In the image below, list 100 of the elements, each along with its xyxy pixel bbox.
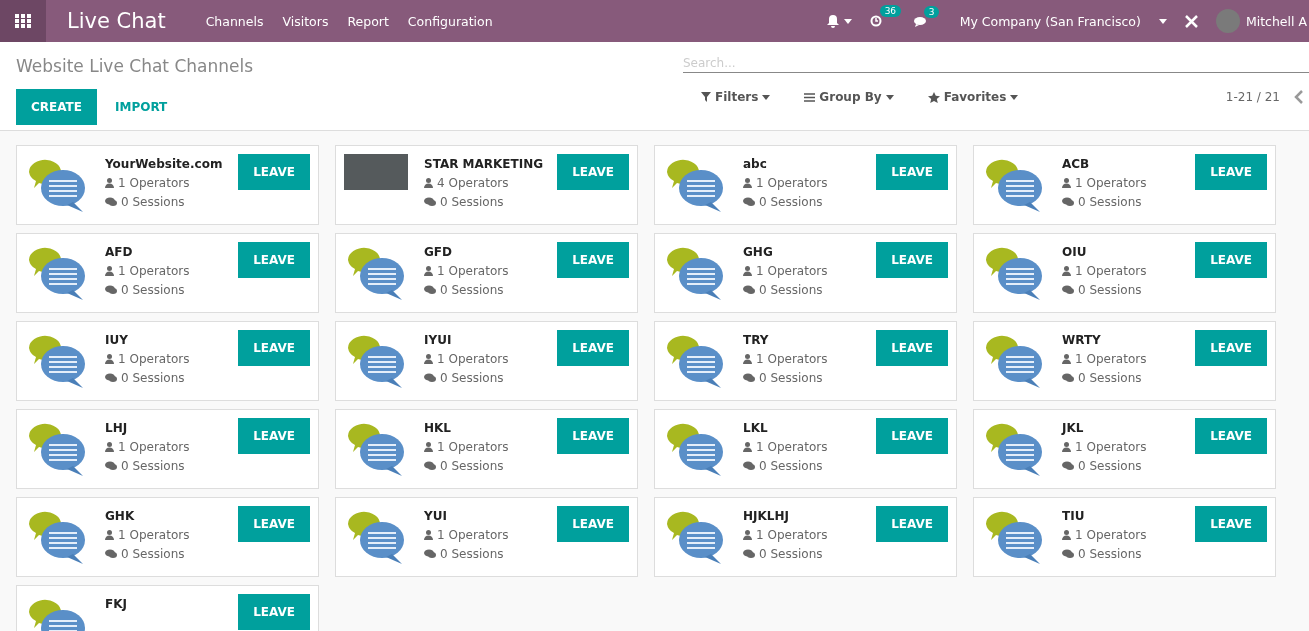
clock-icon[interactable] [869,15,882,27]
channel-card[interactable]: IUY 1 Operators 0 Sessions LEAVE [16,321,319,401]
user-icon [1062,442,1071,452]
import-button[interactable]: IMPORT [99,89,184,125]
channel-card[interactable]: TRY 1 Operators 0 Sessions LEAVE [654,321,957,401]
sessions-count: 0 Sessions [1078,283,1142,297]
leave-button[interactable]: LEAVE [876,154,948,190]
channel-card[interactable]: OIU 1 Operators 0 Sessions LEAVE [973,233,1276,313]
user-icon [105,266,114,276]
caret-icon [1158,18,1167,24]
channel-card[interactable]: WRTY 1 Operators 0 Sessions LEAVE [973,321,1276,401]
leave-button[interactable]: LEAVE [557,418,629,454]
chat-icon [743,461,755,471]
chat-icon [105,549,117,559]
apps-menu-icon[interactable] [0,0,46,42]
leave-button[interactable]: LEAVE [1195,418,1267,454]
channel-card[interactable]: LKL 1 Operators 0 Sessions LEAVE [654,409,957,489]
channel-name: IYUI [424,333,453,347]
channel-card[interactable]: AFD 1 Operators 0 Sessions LEAVE [16,233,319,313]
channel-card[interactable]: TIU 1 Operators 0 Sessions LEAVE [973,497,1276,577]
menu-item[interactable]: Configuration [407,13,493,29]
operators-count: 1 Operators [756,352,828,366]
search-option-dropdown[interactable]: Filters [697,86,775,108]
leave-button[interactable]: LEAVE [557,330,629,366]
leave-button[interactable]: LEAVE [238,154,310,190]
chat-icon [105,461,117,471]
menu-item[interactable]: Channels [205,13,264,29]
operators-count: 1 Operators [756,264,828,278]
chat-icon[interactable] [913,15,928,27]
chat-icon [1062,285,1074,295]
leave-button[interactable]: LEAVE [876,330,948,366]
channel-name: WRTY [1062,333,1102,347]
operators-count: 4 Operators [437,176,509,190]
sessions-count: 0 Sessions [440,283,504,297]
user-name[interactable]: Mitchell A [1245,13,1307,29]
channel-card[interactable]: ACB 1 Operators 0 Sessions LEAVE [973,145,1276,225]
leave-button[interactable]: LEAVE [557,154,629,190]
chat-icon [105,197,117,207]
user-icon [424,266,433,276]
channel-card[interactable]: abc 1 Operators 0 Sessions LEAVE [654,145,957,225]
channel-name: HJKLHJ [743,509,790,523]
leave-button[interactable]: LEAVE [238,418,310,454]
search-option-dropdown[interactable]: Group By [800,86,898,108]
channel-card[interactable]: LHJ 1 Operators 0 Sessions LEAVE [16,409,319,489]
pager-range: 1-21 / 21 [1225,90,1280,104]
channel-card[interactable]: IYUI 1 Operators 0 Sessions LEAVE [335,321,638,401]
user-icon [743,266,752,276]
channel-card[interactable]: JKL 1 Operators 0 Sessions LEAVE [973,409,1276,489]
page-title: Website Live Chat Channels [16,55,255,76]
sessions-count: 0 Sessions [759,371,823,385]
channel-name: LHJ [105,421,129,435]
previous-page-icon[interactable] [1294,90,1303,104]
menu-item[interactable]: Visitors [282,13,329,29]
sessions-count: 0 Sessions [759,195,823,209]
channel-card[interactable]: GFD 1 Operators 0 Sessions LEAVE [335,233,638,313]
chat-icon [424,373,436,383]
caret-icon [885,94,894,100]
channel-name: LKL [743,421,769,435]
channel-name: JKL [1062,421,1085,435]
channel-card[interactable]: STAR MARKETING 4 Operators 0 Sessions LEAVE [335,145,638,225]
activity-count-badge: 36 [879,5,902,17]
sessions-count: 0 Sessions [121,371,185,385]
channel-card[interactable]: HJKLHJ 1 Operators 0 Sessions LEAVE [654,497,957,577]
channel-card[interactable]: YourWebsite.com 1 Operators 0 Sessions LEAVE [16,145,319,225]
channel-card[interactable]: HKL 1 Operators 0 Sessions LEAVE [335,409,638,489]
bell-icon[interactable] [826,14,839,28]
list-icon [804,92,816,102]
user-icon [424,354,433,364]
app-title: Live Chat [67,9,166,33]
create-button[interactable]: CREATE [16,89,97,125]
leave-button[interactable]: LEAVE [1195,154,1267,190]
search-option-dropdown[interactable]: Favorites [923,86,1023,108]
leave-button[interactable]: LEAVE [1195,242,1267,278]
leave-button[interactable]: LEAVE [238,242,310,278]
channel-card[interactable]: GHK 1 Operators 0 Sessions LEAVE [16,497,319,577]
chat-icon [424,197,436,207]
channel-card[interactable]: GHG 1 Operators 0 Sessions LEAVE [654,233,957,313]
user-icon [105,442,114,452]
menu-item[interactable]: Report [347,13,389,29]
sessions-count: 0 Sessions [440,459,504,473]
leave-button[interactable]: LEAVE [876,418,948,454]
leave-button[interactable]: LEAVE [557,506,629,542]
company-switcher[interactable]: My Company (San Francisco) [959,13,1141,29]
leave-button[interactable]: LEAVE [238,594,310,630]
leave-button[interactable]: LEAVE [238,506,310,542]
leave-button[interactable]: LEAVE [1195,330,1267,366]
leave-button[interactable]: LEAVE [876,506,948,542]
sessions-count: 0 Sessions [1078,547,1142,561]
sessions-count: 0 Sessions [440,371,504,385]
sessions-count: 0 Sessions [440,547,504,561]
operators-count: 1 Operators [1075,176,1147,190]
chat-icon [105,285,117,295]
channel-card[interactable]: FKJ LEAVE [16,585,319,631]
leave-button[interactable]: LEAVE [1195,506,1267,542]
leave-button[interactable]: LEAVE [557,242,629,278]
sessions-count: 0 Sessions [1078,459,1142,473]
leave-button[interactable]: LEAVE [876,242,948,278]
channel-card[interactable]: YUI 1 Operators 0 Sessions LEAVE [335,497,638,577]
leave-button[interactable]: LEAVE [238,330,310,366]
sessions-count: 0 Sessions [759,547,823,561]
